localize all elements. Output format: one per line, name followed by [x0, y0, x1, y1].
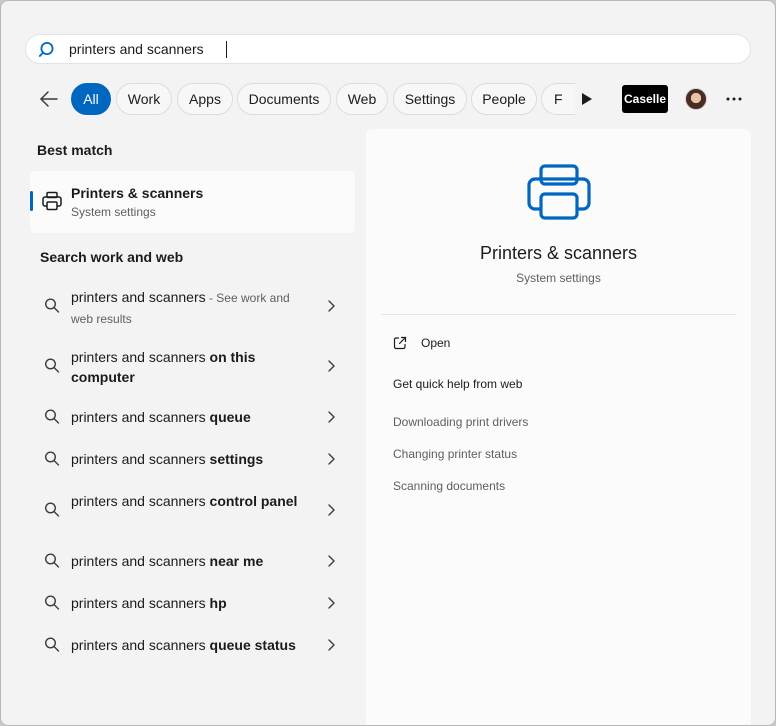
- result-suffix: settings: [205, 451, 264, 467]
- search-icon: [44, 451, 60, 466]
- chevron-right-icon: [328, 360, 335, 372]
- result-query: printers and scanners: [71, 451, 206, 467]
- result-query: printers and scanners: [71, 595, 206, 611]
- search-icon: [44, 637, 60, 652]
- result-text: printers and scanners - See work and web…: [71, 287, 299, 329]
- chevron-right-icon: [328, 453, 335, 465]
- chevron-right-icon: [328, 504, 335, 516]
- open-action[interactable]: Open: [421, 336, 450, 350]
- help-link-printer-status[interactable]: Changing printer status: [393, 447, 517, 461]
- result-text: printers and scanners on this computer: [71, 347, 299, 387]
- web-result[interactable]: printers and scanners hp: [30, 589, 355, 619]
- quick-help-heading: Get quick help from web: [393, 377, 523, 391]
- search-icon: [44, 358, 60, 373]
- more-horizontal-icon[interactable]: [723, 89, 745, 109]
- best-match-item[interactable]: Printers & scanners System settings: [30, 171, 355, 233]
- web-result[interactable]: printers and scanners control panel: [30, 487, 355, 537]
- result-query: printers and scanners: [71, 553, 206, 569]
- selection-indicator: [30, 191, 33, 211]
- filter-folders-truncated[interactable]: F: [541, 83, 575, 115]
- best-match-title: Printers & scanners: [71, 185, 204, 201]
- search-icon: [44, 298, 60, 313]
- chevron-right-icon: [328, 300, 335, 312]
- open-external-icon[interactable]: [392, 335, 408, 351]
- divider: [381, 314, 736, 315]
- web-result[interactable]: printers and scanners - See work and web…: [30, 283, 355, 333]
- account-badge[interactable]: Caselle: [622, 85, 668, 113]
- result-suffix: control panel: [205, 493, 298, 509]
- search-input[interactable]: [69, 39, 709, 59]
- filter-documents[interactable]: Documents: [237, 83, 331, 115]
- chevron-right-icon: [328, 411, 335, 423]
- search-icon: [38, 42, 54, 57]
- result-suffix: hp: [205, 595, 227, 611]
- avatar[interactable]: [685, 88, 707, 110]
- result-query: printers and scanners: [71, 349, 206, 365]
- chevron-right-icon: [328, 597, 335, 609]
- web-result[interactable]: printers and scanners queue status: [30, 631, 355, 661]
- best-match-subtitle: System settings: [71, 205, 156, 219]
- result-text: printers and scanners near me: [71, 551, 299, 571]
- result-query: printers and scanners: [71, 409, 206, 425]
- help-link-print-drivers[interactable]: Downloading print drivers: [393, 415, 528, 429]
- preview-panel: Printers & scanners System settings Open…: [366, 129, 751, 725]
- web-result[interactable]: printers and scanners queue: [30, 403, 355, 433]
- result-suffix: near me: [205, 553, 264, 569]
- printer-icon: [42, 191, 62, 211]
- result-suffix: queue status: [205, 637, 296, 653]
- printer-icon: [527, 164, 591, 220]
- result-text: printers and scanners hp: [71, 593, 299, 613]
- web-result[interactable]: printers and scanners on this computer: [30, 343, 355, 393]
- result-query: printers and scanners: [71, 637, 206, 653]
- text-caret: [226, 41, 227, 58]
- web-result[interactable]: printers and scanners near me: [30, 547, 355, 577]
- preview-title: Printers & scanners: [479, 243, 638, 263]
- play-icon[interactable]: [581, 92, 593, 106]
- web-result[interactable]: printers and scanners settings: [30, 445, 355, 475]
- search-window: All Work Apps Documents Web Settings Peo…: [0, 0, 776, 726]
- result-suffix: queue: [205, 409, 251, 425]
- filter-all[interactable]: All: [71, 83, 111, 115]
- search-web-heading: Search work and web: [40, 249, 184, 265]
- chevron-right-icon: [328, 639, 335, 651]
- result-query: printers and scanners: [71, 493, 206, 509]
- search-icon: [44, 502, 60, 517]
- result-text: printers and scanners settings: [71, 449, 299, 469]
- filter-people[interactable]: People: [471, 83, 537, 115]
- result-text: printers and scanners queue: [71, 407, 299, 427]
- chevron-right-icon: [328, 555, 335, 567]
- search-icon: [44, 409, 60, 424]
- help-link-scanning[interactable]: Scanning documents: [393, 479, 505, 493]
- search-icon: [44, 553, 60, 568]
- search-icon: [44, 595, 60, 610]
- best-match-heading: Best match: [37, 142, 113, 158]
- filter-work[interactable]: Work: [116, 83, 172, 115]
- back-arrow-icon[interactable]: [37, 87, 61, 111]
- filter-apps[interactable]: Apps: [177, 83, 233, 115]
- result-query: printers and scanners: [71, 289, 206, 305]
- search-box[interactable]: [25, 34, 751, 64]
- filter-web[interactable]: Web: [336, 83, 388, 115]
- result-text: printers and scanners control panel: [71, 491, 299, 511]
- result-text: printers and scanners queue status: [71, 635, 299, 655]
- preview-subtitle: System settings: [516, 271, 601, 285]
- filter-settings[interactable]: Settings: [393, 83, 467, 115]
